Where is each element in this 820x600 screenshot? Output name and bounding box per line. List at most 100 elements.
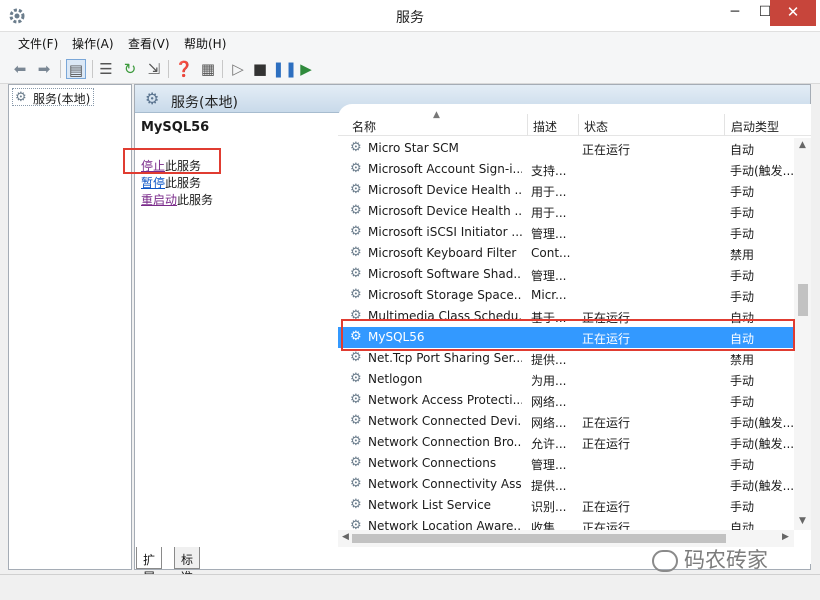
- service-description-cell: 管理...: [531, 227, 567, 241]
- menu-file[interactable]: 文件(F): [18, 35, 58, 52]
- service-row[interactable]: ⚙ Microsoft Device Health ... 用于... 手动: [338, 180, 794, 201]
- scroll-left-icon[interactable]: ◀: [342, 532, 349, 542]
- gear-icon: ⚙: [350, 182, 362, 197]
- service-row[interactable]: ⚙ Microsoft Software Shad... 管理... 手动: [338, 264, 794, 285]
- service-description-cell: 用于...: [531, 185, 567, 199]
- pause-service-action: 暂停此服务: [141, 174, 201, 191]
- tree-node-services-local[interactable]: ⚙ 服务(本地): [12, 88, 95, 106]
- service-row[interactable]: ⚙ Network Location Aware... 收集... 正在运行 自动: [338, 516, 794, 530]
- service-row[interactable]: ⚙ Microsoft Account Sign-i... 支持... 手动(触发..…: [338, 159, 794, 180]
- play-icon[interactable]: ▷: [228, 59, 248, 79]
- menu-help[interactable]: 帮助(H): [184, 35, 226, 52]
- service-name-cell: Microsoft Software Shad...: [368, 267, 522, 281]
- gear-icon: ⚙: [350, 350, 362, 365]
- service-row[interactable]: ⚙ Microsoft Keyboard Filter Cont... 禁用: [338, 243, 794, 264]
- column-header-status[interactable]: 状态: [584, 118, 608, 135]
- tab-standard[interactable]: 标准: [174, 547, 201, 584]
- show-tree-icon[interactable]: ▤: [66, 59, 86, 79]
- restart-service-action: 重启动此服务: [141, 191, 213, 208]
- service-description-cell: 网络...: [531, 395, 567, 409]
- service-name-cell: Network Connected Devi...: [368, 414, 522, 428]
- service-name-cell: Netlogon: [368, 372, 423, 386]
- tab-extended[interactable]: 扩展: [136, 547, 163, 584]
- service-startup-type-cell: 禁用: [730, 248, 755, 262]
- title-bar: 服务 ─ ☐ ✕: [0, 0, 820, 32]
- service-row[interactable]: ⚙ Microsoft Storage Space... Micr... 手动: [338, 285, 794, 306]
- scroll-thumb-horizontal[interactable]: [352, 534, 726, 543]
- service-row[interactable]: ⚙ Network Connectivity Ass... 提供... 手动(触发..…: [338, 474, 794, 495]
- service-row[interactable]: ⚙ Network Connections 管理... 手动: [338, 453, 794, 474]
- scroll-down-icon[interactable]: ▼: [794, 516, 811, 526]
- column-divider[interactable]: [724, 114, 725, 136]
- service-row[interactable]: ⚙ Microsoft Device Health ... 用于... 手动: [338, 201, 794, 222]
- back-arrow-icon[interactable]: ⬅: [10, 59, 30, 79]
- service-startup-type-cell: 手动: [730, 395, 755, 409]
- service-name-cell: Network Connectivity Ass...: [368, 477, 522, 491]
- action-suffix: 此服务: [165, 176, 202, 190]
- stop-link-highlight-box: [123, 148, 221, 174]
- toolbar-separator: [168, 60, 169, 78]
- service-description-cell: Cont...: [531, 246, 571, 260]
- service-startup-type-cell: 手动: [730, 374, 755, 388]
- gear-icon: ⚙: [350, 287, 362, 302]
- gear-icon: ⚙: [350, 392, 362, 407]
- service-description-cell: 收集...: [531, 521, 567, 530]
- column-header-description[interactable]: 描述: [533, 118, 557, 135]
- gear-icon: ⚙: [350, 476, 362, 491]
- scroll-thumb[interactable]: [798, 284, 808, 316]
- console-icon[interactable]: ▦: [198, 59, 218, 79]
- service-row[interactable]: ⚙ Microsoft iSCSI Initiator ... 管理... 手动: [338, 222, 794, 243]
- service-startup-type-cell: 禁用: [730, 353, 755, 367]
- column-header-startup-type[interactable]: 启动类型: [731, 118, 779, 135]
- service-description-cell: 支持...: [531, 164, 567, 178]
- menu-view[interactable]: 查看(V): [128, 35, 170, 52]
- service-description-cell: 提供...: [531, 353, 567, 367]
- action-suffix: 此服务: [177, 193, 214, 207]
- service-name-cell: Microsoft Keyboard Filter: [368, 246, 517, 260]
- service-row[interactable]: ⚙ Network Connected Devi... 网络... 正在运行 手动(触发…: [338, 411, 794, 432]
- service-status-cell: 正在运行: [582, 143, 631, 157]
- service-row[interactable]: ⚙ Network List Service 识别... 正在运行 手动: [338, 495, 794, 516]
- service-row[interactable]: ⚙ Network Access Protecti... 网络... 手动: [338, 390, 794, 411]
- scroll-right-icon[interactable]: ▶: [782, 532, 789, 542]
- service-name-cell: Network Connection Bro...: [368, 435, 522, 449]
- minimize-button[interactable]: ─: [720, 0, 750, 26]
- selected-service-name: MySQL56: [141, 120, 210, 135]
- forward-arrow-icon[interactable]: ➡: [34, 59, 54, 79]
- service-startup-type-cell: 手动: [730, 185, 755, 199]
- service-row[interactable]: ⚙ Netlogon 为用... 手动: [338, 369, 794, 390]
- restart-service-link[interactable]: 重启动: [141, 193, 177, 207]
- gear-icon: ⚙: [350, 497, 362, 512]
- service-name-cell: Net.Tcp Port Sharing Ser...: [368, 351, 522, 365]
- column-divider[interactable]: [578, 114, 579, 136]
- export-list-icon[interactable]: ⇲: [144, 59, 164, 79]
- gear-icon: ⚙: [350, 413, 362, 428]
- service-row[interactable]: ⚙ Net.Tcp Port Sharing Ser... 提供... 禁用: [338, 348, 794, 369]
- gear-icon: ⚙: [350, 371, 362, 386]
- service-startup-type-cell: 手动(触发...: [730, 164, 794, 178]
- gear-icon: ⚙: [350, 203, 362, 218]
- close-button[interactable]: ✕: [770, 0, 816, 26]
- service-row[interactable]: ⚙ Micro Star SCM 正在运行 自动: [338, 138, 794, 159]
- vertical-scrollbar[interactable]: ▲ ▼: [794, 138, 811, 530]
- stop-icon[interactable]: ■: [250, 59, 270, 79]
- column-header-name[interactable]: 名称: [352, 118, 376, 135]
- chat-bubble-icon: [652, 550, 678, 572]
- service-startup-type-cell: 手动(触发...: [730, 416, 794, 430]
- scroll-up-icon[interactable]: ▲: [794, 140, 811, 150]
- pause-service-link[interactable]: 暂停: [141, 176, 165, 190]
- menu-action[interactable]: 操作(A): [72, 35, 114, 52]
- refresh-icon[interactable]: ↻: [120, 59, 140, 79]
- properties-icon[interactable]: ☰: [96, 59, 116, 79]
- gear-icon: ⚙: [350, 140, 362, 155]
- service-row[interactable]: ⚙ Network Connection Bro... 允许... 正在运行 手动(触发…: [338, 432, 794, 453]
- service-startup-type-cell: 手动: [730, 290, 755, 304]
- service-startup-type-cell: 手动: [730, 206, 755, 220]
- resume-icon[interactable]: ▶: [296, 59, 316, 79]
- status-bar: [0, 574, 820, 600]
- toolbar-separator: [222, 60, 223, 78]
- help-icon[interactable]: ❓: [174, 59, 194, 79]
- column-divider[interactable]: [527, 114, 528, 136]
- tree-node-label: 服务(本地): [33, 92, 91, 106]
- pause-icon[interactable]: ❚❚: [272, 59, 297, 79]
